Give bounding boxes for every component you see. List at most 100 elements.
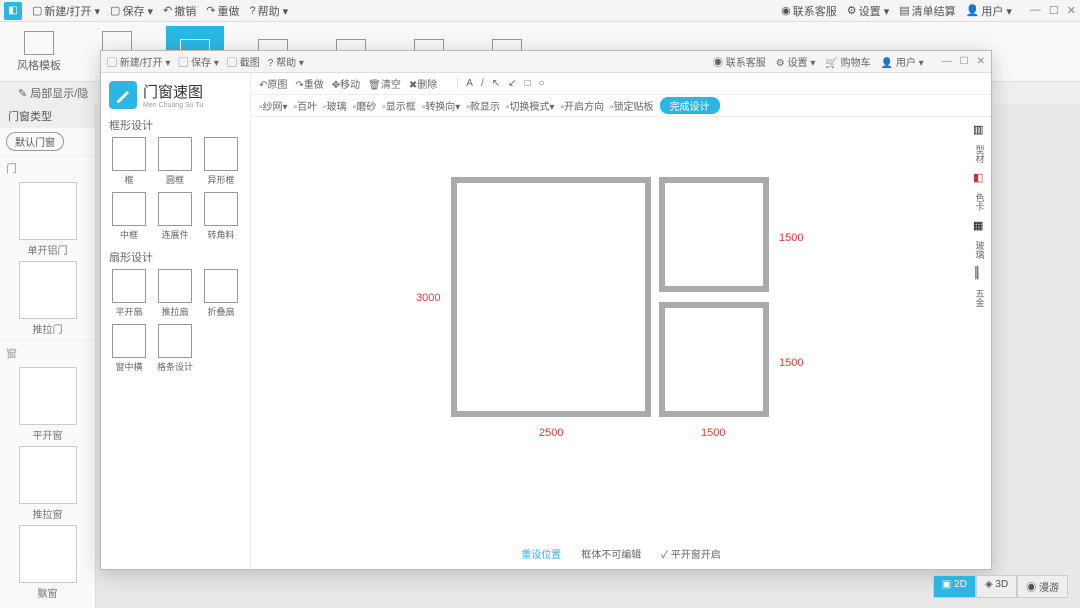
app-logo-icon: ◧ [4, 2, 22, 20]
tb-delete[interactable]: ✖删除 [409, 76, 437, 91]
tb-clear[interactable]: 🗑清空 [368, 76, 401, 91]
opt-7[interactable]: ▫切换模式▾ [506, 98, 555, 113]
tb-redo[interactable]: ↷重做 [295, 76, 323, 91]
tb-move[interactable]: ✥移动 [332, 76, 360, 91]
sash-item-3[interactable]: 窗中横 [109, 324, 149, 373]
help-menu[interactable]: ? 帮助 ▾ [249, 3, 288, 19]
right-tabs: ▥ 型材 ◧ 色卡 ▦ 玻璃 ║ 五金 [969, 117, 991, 307]
lock-frame-toggle[interactable]: 框体不可编辑 [581, 546, 641, 561]
settings-menu[interactable]: ⚙ 设置 ▾ [847, 3, 889, 19]
section-frame-design: 框形设计 [109, 117, 242, 133]
partial-display-toggle[interactable]: ✎ 局部显示/隐 [10, 83, 96, 103]
dlg-save[interactable]: ▢ 保存 ▾ [178, 54, 219, 69]
tab-profile[interactable]: 型材 [974, 145, 987, 163]
side-tab-type[interactable]: 门窗类型 [0, 104, 95, 128]
side-panel: 门窗类型 默认门窗 门 单开铝门 推拉门 窗 平开窗 推拉窗 飘窗 [0, 104, 96, 608]
dialog-main: ↶原图 ↷重做 ✥移动 🗑清空 ✖删除 A / ↖ ↙ □ ○ ▫纱网▾ ▫百叶… [251, 73, 991, 569]
design-canvas[interactable]: 3000 1500 1500 2500 1500 [251, 117, 969, 569]
dim-right-top: 1500 [779, 232, 803, 244]
tab-glass[interactable]: 玻璃 [974, 241, 987, 259]
opt-0[interactable]: ▫纱网▾ [259, 98, 288, 113]
dlg-settings[interactable]: ⚙ 设置 ▾ [776, 54, 816, 69]
dialog-logo: 门窗速图Men Chuang Su Tu [109, 81, 242, 109]
dlg-minimize[interactable]: — [942, 56, 952, 67]
sash-items: 平开扇 推拉扇 折叠扇 窗中横 格条设计 [109, 269, 242, 373]
frame-item-4[interactable]: 连展件 [155, 192, 195, 241]
frame-item-2[interactable]: 异形框 [201, 137, 241, 186]
tab-hardware[interactable]: 五金 [974, 289, 987, 307]
dlg-contact[interactable]: ◉ 联系客服 [713, 54, 766, 69]
draw-arrow2[interactable]: ↙ [508, 78, 516, 89]
undo-button[interactable]: ↶ 撤销 [163, 3, 196, 19]
ribbon-style-template[interactable]: 风格模板 [10, 26, 68, 77]
draw-line[interactable]: / [481, 78, 484, 89]
frame-item-0[interactable]: 框 [109, 137, 149, 186]
frame-items: 框 圆框 异形框 中框 连展件 转角料 [109, 137, 242, 241]
contact-button[interactable]: ◉ 联系客服 [781, 3, 837, 19]
draw-arrow1[interactable]: ↖ [492, 78, 500, 89]
draw-circle[interactable]: ○ [539, 78, 545, 89]
glass-icon: ▦ [973, 219, 987, 233]
opt-3[interactable]: ▫磨砂 [353, 98, 377, 113]
opt-2[interactable]: ▫玻璃 [323, 98, 347, 113]
dialog-left-panel: 门窗速图Men Chuang Su Tu 框形设计 框 圆框 异形框 中框 连展… [101, 73, 251, 569]
bill-button[interactable]: ▤ 清单结算 [899, 3, 955, 19]
sash-item-4[interactable]: 格条设计 [155, 324, 195, 373]
dlg-cart[interactable]: 🛒 购物车 [825, 54, 870, 69]
section-sash-design: 扇形设计 [109, 249, 242, 265]
frame-item-3[interactable]: 中框 [109, 192, 149, 241]
tb-origin[interactable]: ↶原图 [259, 76, 287, 91]
dlg-new-open[interactable]: ▢ 新建/打开 ▾ [107, 54, 170, 69]
opt-9[interactable]: ▫锁定贴板 [610, 98, 654, 113]
dialog-bottom-bar: 重设位置 框体不可编辑 ✓ 平开窗开启 [521, 546, 721, 561]
frame-item-5[interactable]: 转角料 [201, 192, 241, 241]
mode-2d[interactable]: ▣ 2D [933, 575, 976, 598]
view-mode-switch: ▣ 2D ◈ 3D ◉ 漫游 [933, 575, 1068, 598]
opt-8[interactable]: ▫开启方向 [560, 98, 604, 113]
frame-bottom-right[interactable] [659, 302, 769, 417]
dialog-topbar: ▢ 新建/打开 ▾ ▢ 保存 ▾ ▢ 截图 ? 帮助 ▾ ◉ 联系客服 ⚙ 设置… [101, 51, 991, 73]
mode-roam[interactable]: ◉ 漫游 [1017, 575, 1068, 598]
dlg-screenshot[interactable]: ▢ 截图 [227, 54, 260, 69]
side-item-2[interactable]: 平开窗 [0, 367, 95, 442]
side-item-0[interactable]: 单开铝门 [0, 182, 95, 257]
frame-item-1[interactable]: 圆框 [155, 137, 195, 186]
dlg-user[interactable]: 👤 用户 ▾ [881, 54, 924, 69]
side-item-1[interactable]: 推拉门 [0, 261, 95, 336]
maximize-button[interactable]: ☐ [1049, 4, 1059, 17]
edit-toolbar: ↶原图 ↷重做 ✥移动 🗑清空 ✖删除 A / ↖ ↙ □ ○ [251, 73, 991, 95]
redo-button[interactable]: ↷ 重做 [206, 3, 239, 19]
finish-design-button[interactable]: 完成设计 [660, 97, 720, 114]
draw-rect[interactable]: □ [525, 78, 531, 89]
draw-text[interactable]: A [457, 78, 473, 89]
minimize-button[interactable]: — [1030, 4, 1041, 17]
frame-main[interactable] [451, 177, 651, 417]
default-window-button[interactable]: 默认门窗 [6, 132, 64, 151]
side-cat-door: 门 [0, 155, 95, 178]
opt-4[interactable]: ▫显示框 [382, 98, 416, 113]
opt-5[interactable]: ▫转换向▾ [422, 98, 461, 113]
sash-item-1[interactable]: 推拉扇 [155, 269, 195, 318]
close-button[interactable]: ✕ [1067, 4, 1076, 17]
user-menu[interactable]: 👤 用户 ▾ [966, 3, 1012, 19]
sash-item-2[interactable]: 折叠扇 [201, 269, 241, 318]
side-item-3[interactable]: 推拉窗 [0, 446, 95, 521]
mode-3d[interactable]: ◈ 3D [976, 575, 1017, 598]
dlg-maximize[interactable]: ☐ [960, 56, 969, 67]
opt-1[interactable]: ▫百叶 [294, 98, 318, 113]
new-open-menu[interactable]: ▢ 新建/打开 ▾ [32, 3, 100, 19]
save-menu[interactable]: ▢ 保存 ▾ [110, 3, 153, 19]
opt-6[interactable]: ▫款显示 [466, 98, 500, 113]
reset-position[interactable]: 重设位置 [521, 546, 561, 561]
sash-item-0[interactable]: 平开扇 [109, 269, 149, 318]
dim-right-bot: 1500 [779, 357, 803, 369]
frame-top-right[interactable] [659, 177, 769, 292]
dlg-help[interactable]: ? 帮助 ▾ [268, 54, 304, 69]
dlg-close[interactable]: ✕ [977, 56, 985, 67]
window-editor-dialog: ▢ 新建/打开 ▾ ▢ 保存 ▾ ▢ 截图 ? 帮助 ▾ ◉ 联系客服 ⚙ 设置… [100, 50, 992, 570]
tab-color[interactable]: 色卡 [974, 193, 987, 211]
side-item-4[interactable]: 飘窗 [0, 525, 95, 600]
side-cat-window: 窗 [0, 340, 95, 363]
color-icon: ◧ [973, 171, 987, 185]
open-toggle[interactable]: ✓ 平开窗开启 [661, 546, 721, 561]
